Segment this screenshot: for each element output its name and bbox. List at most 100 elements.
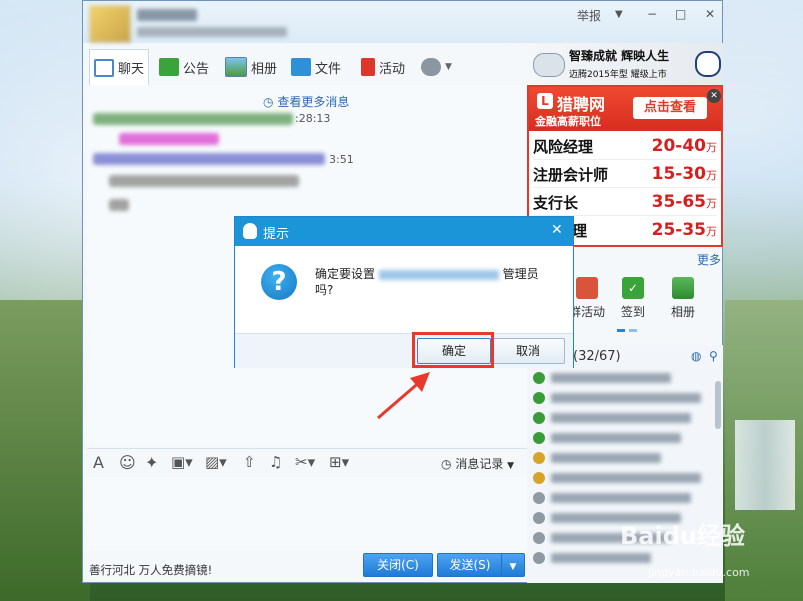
job-row: 支行长 35-65万 <box>533 189 717 216</box>
settings-menu[interactable]: ▼ <box>421 49 452 85</box>
tab-album[interactable]: 相册 <box>225 49 277 85</box>
chat-bubble-icon <box>94 58 114 77</box>
job-salary-unit: 万 <box>706 169 717 182</box>
maximize-button[interactable]: □ <box>675 7 686 21</box>
app-label: 相册 <box>670 305 695 319</box>
clock-icon: ◷ <box>263 95 274 109</box>
vw-ad-banner[interactable]: 智臻成就 辉映人生 迈腾2015年型 耀级上市 <box>527 43 723 85</box>
liepin-tagline: 金融高薪职位 <box>535 115 601 128</box>
job-salary: 15-30 <box>651 164 706 184</box>
emoji-icon[interactable]: ☺ <box>119 453 136 472</box>
message-time: :28:13 <box>295 112 331 125</box>
message-header <box>93 113 293 125</box>
tab-chat[interactable]: 聊天 <box>89 49 149 85</box>
member-icon <box>533 432 545 444</box>
message-history-button[interactable]: ◷ 消息记录 ▼ <box>441 455 514 472</box>
image-icon[interactable]: ▨▾ <box>205 453 227 471</box>
member-row[interactable] <box>531 429 707 447</box>
dialog-message: 确定要设置 管理员吗? <box>315 266 555 298</box>
member-chat-icon[interactable]: ◍ <box>691 349 701 363</box>
baidu-watermark-url: jingyan.baidu.com <box>648 566 750 579</box>
font-icon[interactable]: A <box>93 453 104 472</box>
member-icon <box>533 392 545 404</box>
history-clock-icon: ◷ <box>441 457 452 471</box>
gift-icon[interactable]: ▣▾ <box>171 453 193 471</box>
tab-activity[interactable]: 活动 <box>361 49 405 85</box>
job-salary: 35-65 <box>651 192 706 212</box>
message-input[interactable] <box>87 477 527 551</box>
job-salary-unit: 万 <box>706 197 717 210</box>
dialog-title-bar: 提示 ✕ <box>235 217 573 246</box>
upload-icon[interactable]: ⇧ <box>243 453 256 471</box>
message-header <box>93 153 325 165</box>
group-avatar[interactable] <box>89 5 131 43</box>
flag-icon <box>361 58 375 76</box>
message-text <box>119 133 219 145</box>
member-row[interactable] <box>531 549 707 567</box>
app-label: 签到 <box>620 305 645 319</box>
chevron-down-icon: ▼ <box>507 461 515 471</box>
red-packet-icon[interactable]: ⊞▾ <box>329 453 349 471</box>
cancel-button[interactable]: 取消 <box>491 338 565 364</box>
tab-activity-label: 活动 <box>379 61 406 77</box>
picture-icon <box>672 277 694 299</box>
member-row[interactable] <box>531 489 707 507</box>
megaphone-icon <box>159 58 179 76</box>
message-history-label: 消息记录 <box>455 457 504 471</box>
dropdown-arrow-icon[interactable]: ▼ <box>615 9 623 20</box>
checkmark-icon: ✓ <box>622 277 644 299</box>
app-album[interactable]: 相册 <box>663 277 703 320</box>
member-row[interactable] <box>531 449 707 467</box>
tab-files[interactable]: 文件 <box>291 49 341 85</box>
member-row[interactable] <box>531 369 707 387</box>
scissors-icon[interactable]: ✂▾ <box>295 453 315 471</box>
job-salary-unit: 万 <box>706 225 717 238</box>
input-toolbar: A ☺ ✦ ▣▾ ▨▾ ⇧ ♫ ✂▾ ⊞▾ ◷ 消息记录 ▼ <box>87 448 527 477</box>
member-search-icon[interactable]: ⚲ <box>709 349 718 363</box>
qq-penguin-icon <box>243 223 257 239</box>
confirm-dialog: 提示 ✕ ? 确定要设置 管理员吗? 确定 取消 <box>234 216 574 368</box>
send-options-button[interactable]: ▼ <box>501 553 525 577</box>
vw-logo-icon <box>695 51 721 77</box>
music-icon[interactable]: ♫ <box>269 453 282 471</box>
member-icon <box>533 552 545 564</box>
member-name <box>551 413 691 423</box>
more-apps-link[interactable]: 更多 <box>697 251 721 268</box>
background-scenery-left <box>0 300 90 601</box>
view-more-messages-label: 查看更多消息 <box>277 95 350 109</box>
minimize-button[interactable]: − <box>647 7 657 21</box>
view-more-messages-link[interactable]: ◷ 查看更多消息 <box>263 93 349 110</box>
member-icon <box>533 492 545 504</box>
send-button[interactable]: 发送(S) <box>437 553 503 577</box>
dialog-close-icon[interactable]: ✕ <box>551 222 563 238</box>
member-row[interactable] <box>531 469 707 487</box>
member-count: (32/67) <box>573 349 621 364</box>
faw-logo-icon <box>533 53 565 77</box>
job-title: 支行长 <box>533 193 579 212</box>
chevron-down-icon: ▼ <box>509 562 517 572</box>
dialog-title: 提示 <box>263 227 290 242</box>
view-jobs-button[interactable]: 点击查看 <box>633 97 707 119</box>
dialog-message-prefix: 确定要设置 <box>315 267 376 281</box>
member-icon <box>533 412 545 424</box>
job-salary: 20-40 <box>651 136 706 156</box>
tab-notice[interactable]: 公告 <box>159 49 209 85</box>
close-ad-icon[interactable]: ✕ <box>707 89 721 103</box>
title-bar: 举报 ▼ − □ ✕ <box>83 1 722 43</box>
job-row: 风险经理 20-40万 <box>533 133 717 160</box>
ad-text-link[interactable]: 善行河北 万人免费摘镜! <box>89 562 212 578</box>
member-row[interactable] <box>531 409 707 427</box>
close-window-button[interactable]: ✕ <box>705 7 715 21</box>
tab-album-label: 相册 <box>251 61 278 77</box>
vw-ad-line1: 智臻成就 辉映人生 <box>569 49 670 63</box>
magic-wand-icon[interactable]: ✦ <box>145 453 158 472</box>
member-list-scrollbar[interactable] <box>715 381 721 429</box>
close-button[interactable]: 关闭(C) <box>363 553 433 577</box>
member-icon <box>533 472 545 484</box>
group-description <box>137 27 287 37</box>
app-checkin[interactable]: ✓ 签到 <box>613 277 653 320</box>
group-toolbar: 聊天 公告 相册 文件 活动 ▼ <box>83 49 527 85</box>
member-row[interactable] <box>531 389 707 407</box>
vw-ad-line2: 迈腾2015年型 耀级上市 <box>569 70 667 80</box>
report-button[interactable]: 举报 <box>577 7 601 24</box>
